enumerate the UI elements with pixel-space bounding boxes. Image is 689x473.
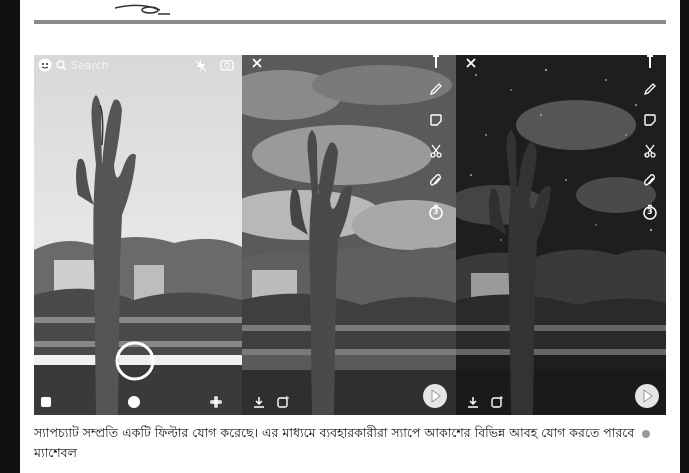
search-icon — [56, 59, 67, 70]
flash-off-icon[interactable] — [194, 59, 208, 73]
paperclip-icon[interactable] — [429, 174, 443, 188]
timer-icon[interactable]: 3 — [642, 204, 658, 220]
search-label: Search — [71, 58, 109, 72]
flip-camera-icon[interactable] — [220, 58, 234, 72]
paperclip-icon[interactable] — [643, 174, 657, 188]
illustration-fragment — [114, 4, 170, 15]
credit-bullet-icon — [642, 429, 651, 438]
pencil-icon[interactable] — [429, 82, 443, 96]
save-icon[interactable] — [252, 395, 266, 409]
sticker-icon[interactable] — [429, 113, 443, 127]
close-icon[interactable] — [250, 56, 264, 70]
sticker-icon[interactable] — [643, 113, 657, 127]
photo-caption: স্যাপচ্যাট সম্প্রতি একটি ফিল্টার যোগ করে… — [34, 423, 674, 463]
scene-image — [242, 55, 456, 415]
add-story-icon[interactable] — [276, 395, 290, 409]
photo: Search 3 3 — [34, 55, 666, 415]
section-divider — [34, 20, 666, 24]
page-right-border — [680, 0, 689, 473]
panel-cloud-filter: 3 — [242, 55, 456, 415]
pencil-icon[interactable] — [643, 82, 657, 96]
save-icon[interactable] — [466, 395, 480, 409]
memories-icon[interactable] — [39, 395, 53, 409]
capture-button-icon[interactable] — [114, 340, 156, 382]
panel-camera: Search — [34, 55, 242, 415]
scene-image — [456, 55, 666, 415]
photo-credit: ম্যাশেবল — [34, 445, 77, 460]
add-story-icon[interactable] — [490, 395, 504, 409]
send-icon[interactable] — [634, 383, 660, 409]
send-icon[interactable] — [422, 383, 448, 409]
avatar-icon[interactable] — [38, 58, 52, 72]
lens-icon[interactable] — [127, 395, 141, 409]
search-bar[interactable]: Search — [38, 58, 109, 72]
scissors-icon[interactable] — [429, 144, 443, 158]
timer-icon[interactable]: 3 — [428, 204, 444, 220]
timer-value: 3 — [433, 207, 439, 216]
page-left-border — [0, 0, 20, 473]
flower-icon — [210, 396, 222, 408]
panel-night-sky-filter: 3 — [456, 55, 666, 415]
text-tool-icon[interactable] — [429, 55, 443, 69]
scissors-icon[interactable] — [643, 144, 657, 158]
timer-value: 3 — [647, 207, 653, 216]
text-tool-icon[interactable] — [643, 55, 657, 69]
close-icon[interactable] — [464, 56, 478, 70]
caption-text: স্যাপচ্যাট সম্প্রতি একটি ফিল্টার যোগ করে… — [34, 425, 635, 440]
